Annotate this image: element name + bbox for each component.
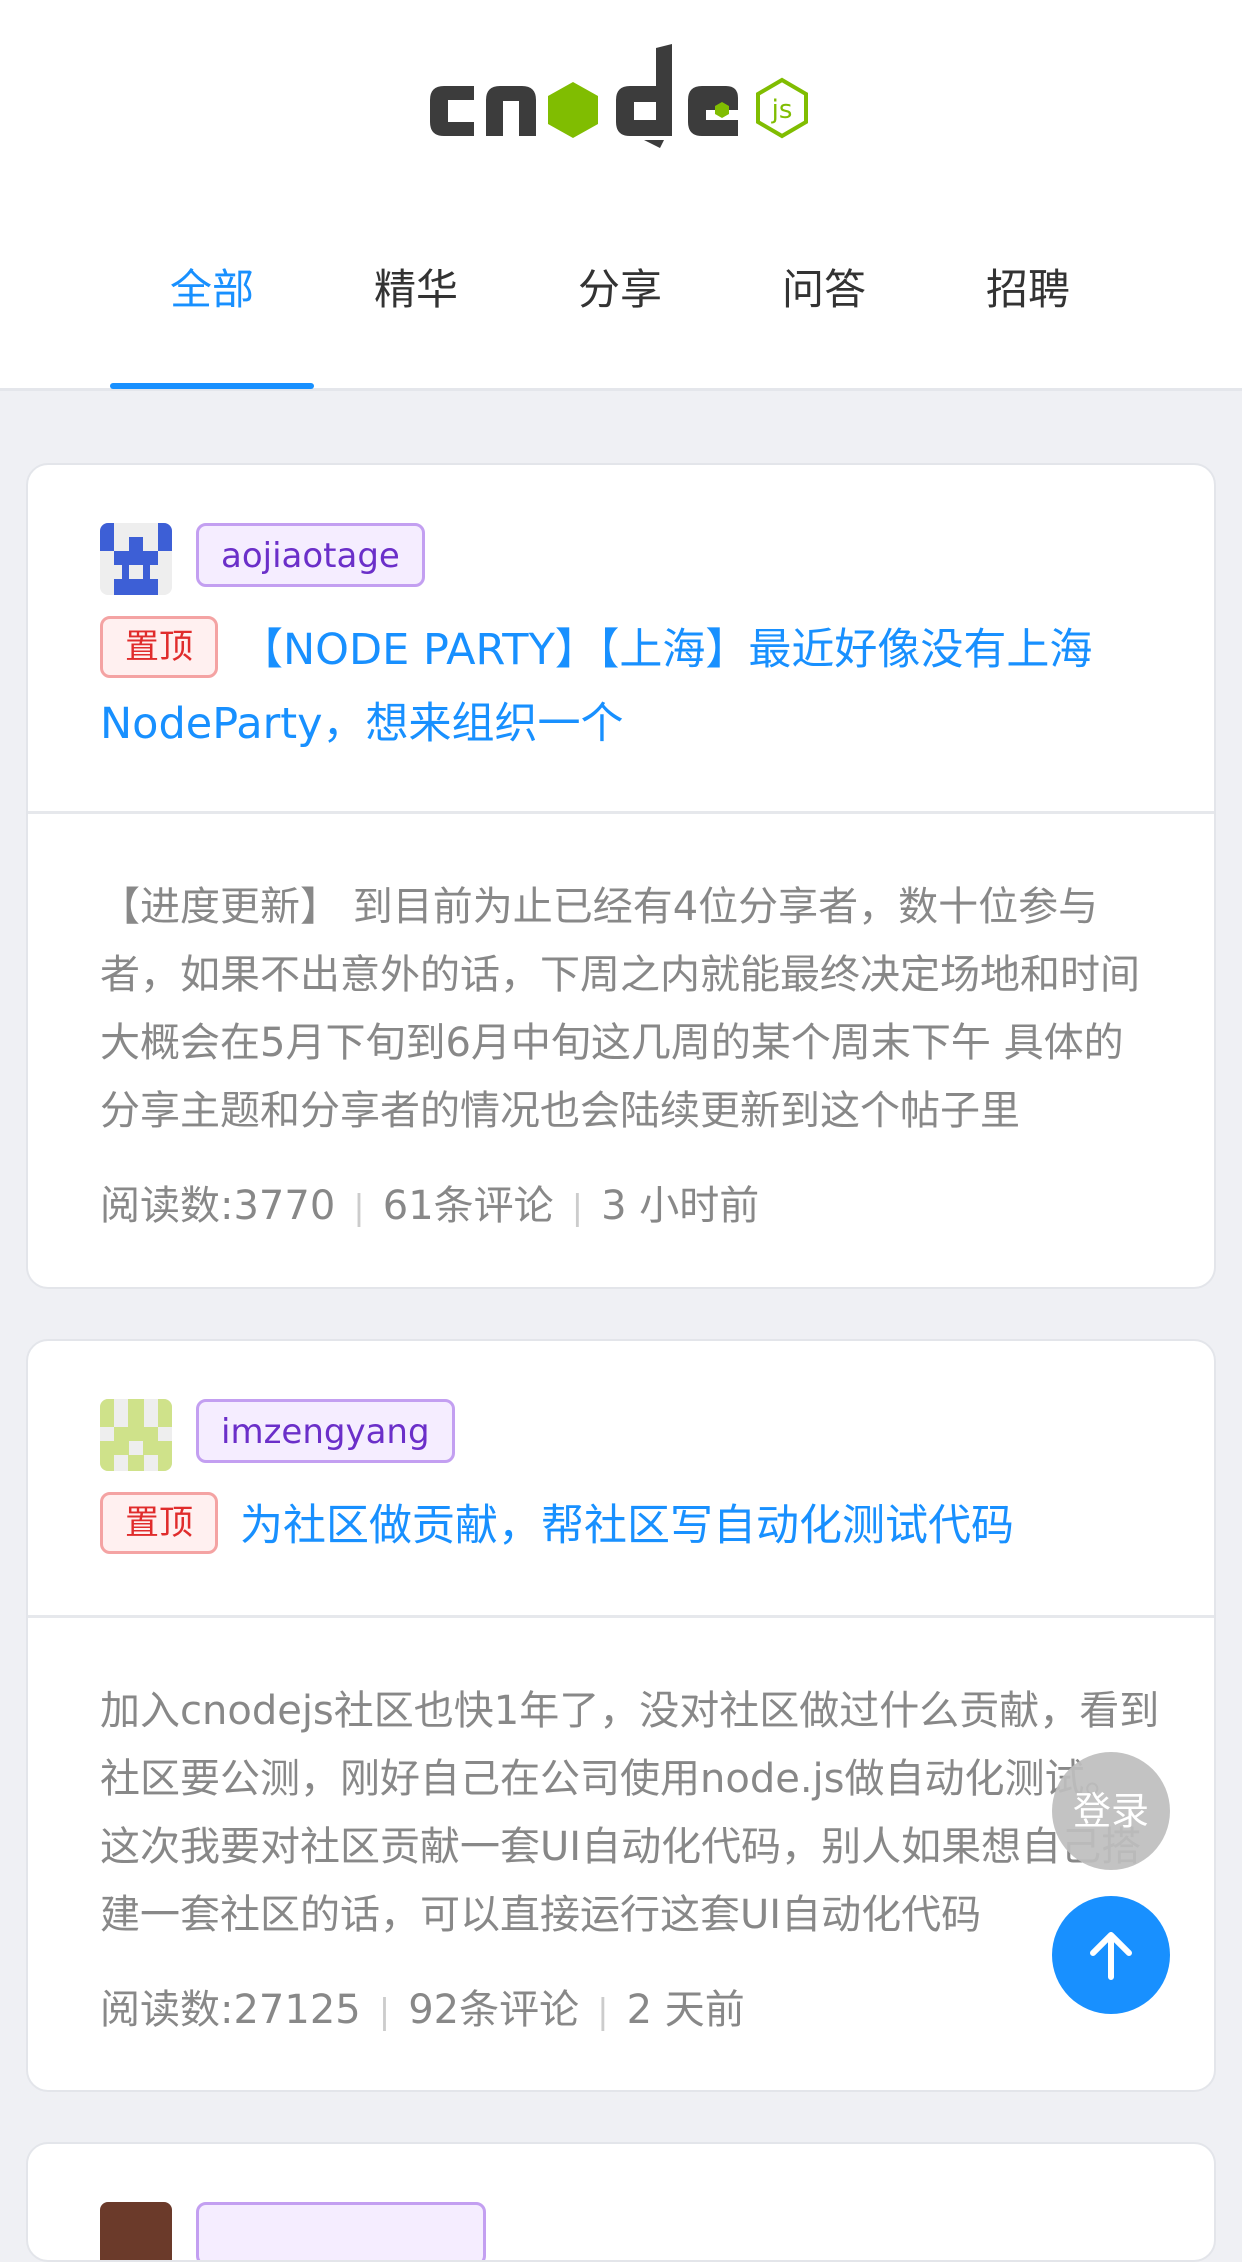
author-name[interactable] (196, 2202, 486, 2260)
tab-job[interactable]: 招聘 (926, 228, 1130, 388)
login-button[interactable]: 登录 (1052, 1752, 1170, 1870)
pinned-badge: 置顶 (100, 1492, 218, 1554)
read-count: 阅读数:3770 (100, 1183, 336, 1229)
meta-separator: | (378, 1992, 391, 2032)
topic-card[interactable]: imzengyang 置顶 为社区做贡献，帮社区写自动化测试代码 加入cnodej… (26, 1339, 1216, 2092)
topic-excerpt[interactable]: 【进度更新】 到目前为止已经有4位分享者，数十位参与者，如果不出意外的话，下周之… (100, 873, 1160, 1145)
meta-separator: | (597, 1992, 609, 2032)
comment-count: 92条评论 (408, 1987, 580, 2033)
tab-share[interactable]: 分享 (518, 228, 722, 388)
meta-separator: | (353, 1188, 365, 1228)
svg-text:js: js (771, 95, 793, 125)
avatar[interactable] (100, 523, 172, 595)
card-divider (28, 811, 1214, 814)
avatar[interactable] (100, 1399, 172, 1471)
topic-title[interactable]: 置顶 为社区做贡献，帮社区写自动化测试代码 (100, 1489, 1160, 1563)
post-time: 3 小时前 (601, 1183, 760, 1229)
cnode-logo[interactable]: js (426, 44, 816, 154)
card-divider (28, 1615, 1214, 1618)
topic-card[interactable] (26, 2142, 1216, 2262)
topic-title-text[interactable]: 为社区做贡献，帮社区写自动化测试代码 (240, 1501, 1014, 1551)
tab-good[interactable]: 精华 (314, 228, 518, 388)
topic-card[interactable]: aojiaotage 置顶 【NODE PARTY】【上海】最近好像没有上海Nod… (26, 463, 1216, 1289)
meta-separator: | (571, 1188, 584, 1228)
active-tab-indicator (110, 383, 314, 389)
arrow-up-icon (1090, 1932, 1132, 1980)
author-name[interactable]: imzengyang (196, 1399, 455, 1463)
pinned-badge: 置顶 (100, 616, 218, 678)
app-header: js 全部 精华 分享 问答 招聘 (0, 0, 1242, 391)
back-to-top-button[interactable] (1052, 1896, 1170, 2014)
avatar[interactable] (100, 2202, 172, 2260)
topic-meta: 阅读数:3770 | 61条评论 | 3 小时前 (100, 1173, 759, 1231)
topic-meta: 阅读数:27125 | 92条评论 | 2 天前 (100, 1977, 745, 2035)
topic-excerpt[interactable]: 加入cnodejs社区也快1年了，没对社区做过什么贡献，看到社区要公测，刚好自己… (100, 1677, 1160, 1949)
read-count: 阅读数:27125 (100, 1987, 361, 2033)
tab-all[interactable]: 全部 (110, 228, 314, 388)
topic-title[interactable]: 置顶 【NODE PARTY】【上海】最近好像没有上海NodeParty，想来组织… (100, 613, 1160, 761)
topic-title-text[interactable]: 【NODE PARTY】【上海】最近好像没有上海NodeParty，想来组织一个 (100, 625, 1092, 749)
category-tabs: 全部 精华 分享 问答 招聘 (110, 228, 1130, 388)
post-time: 2 天前 (626, 1987, 745, 2033)
comment-count: 61条评论 (382, 1183, 554, 1229)
author-name[interactable]: aojiaotage (196, 523, 425, 587)
tab-ask[interactable]: 问答 (722, 228, 926, 388)
